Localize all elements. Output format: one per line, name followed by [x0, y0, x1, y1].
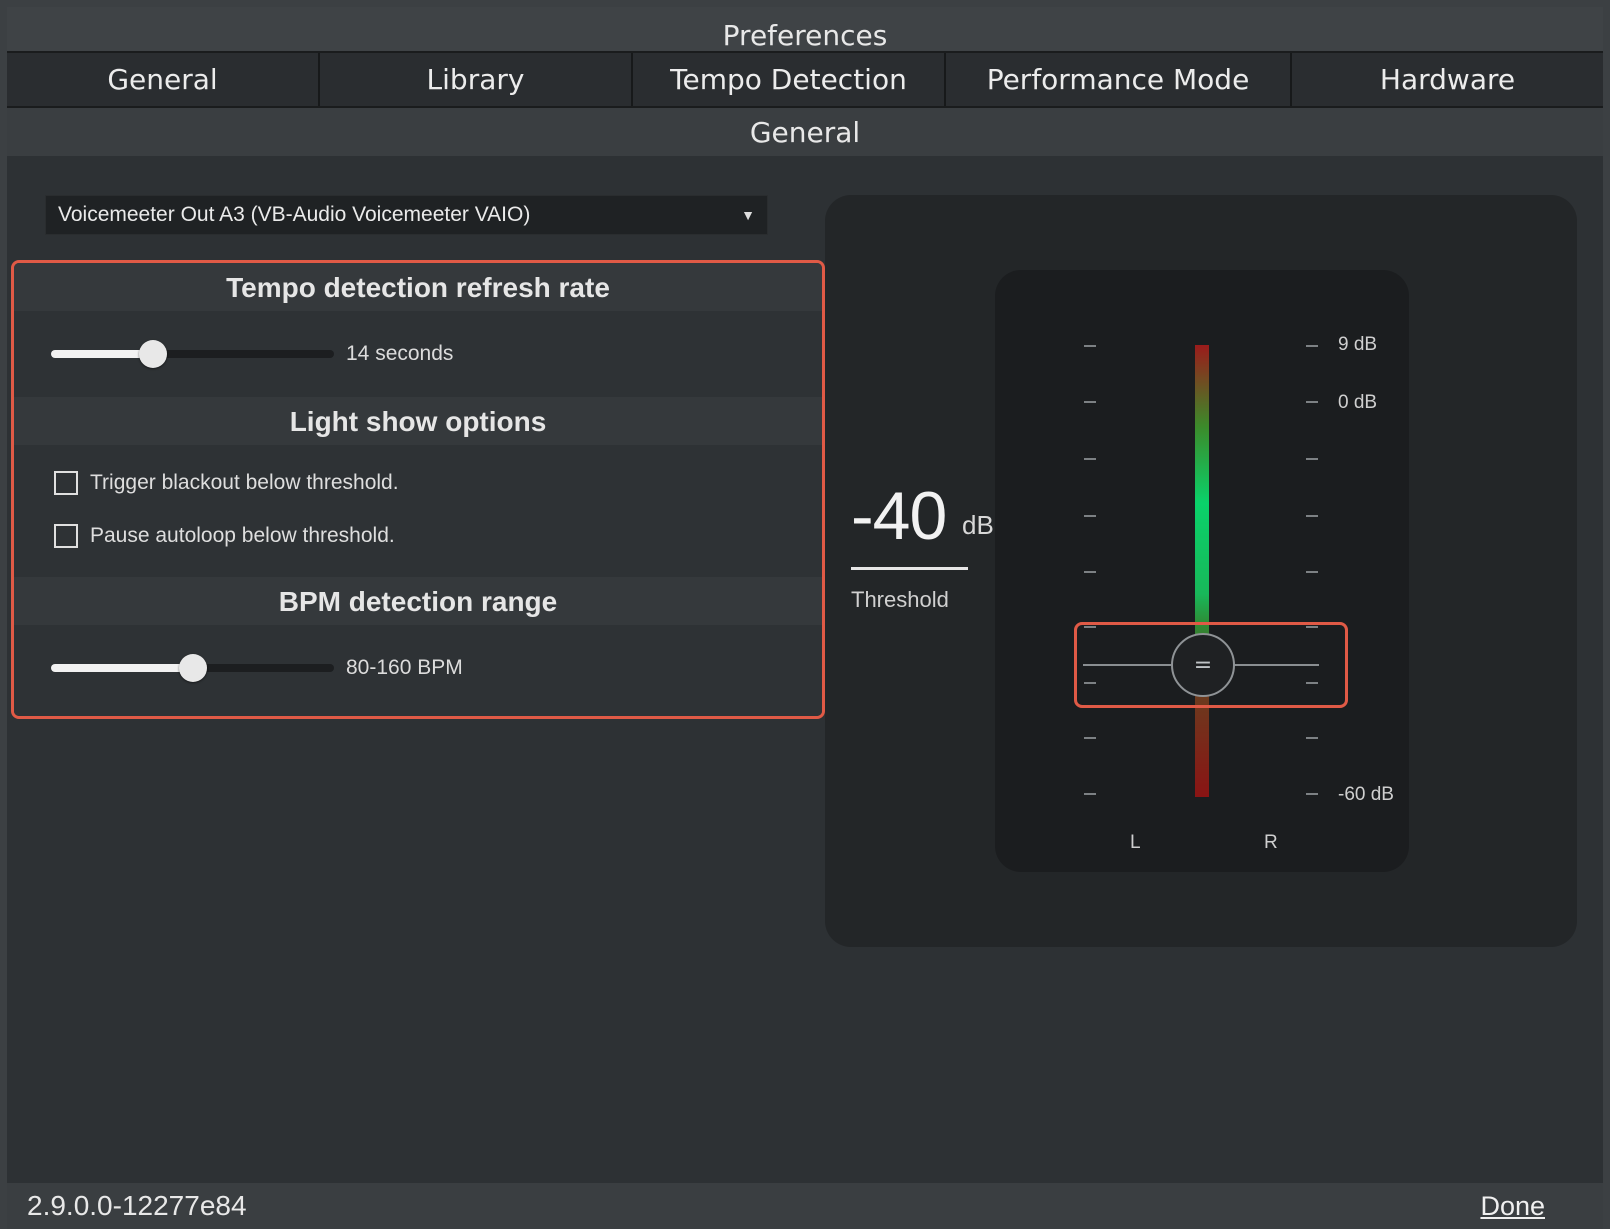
meter-tick: [1306, 571, 1318, 573]
meter-tick: [1306, 793, 1318, 795]
autoloop-label: Pause autoloop below threshold.: [90, 524, 395, 547]
section-title: General: [7, 108, 1603, 156]
autoloop-checkbox[interactable]: [54, 524, 78, 548]
meter-tick: [1306, 401, 1318, 403]
meter-tick: [1084, 571, 1096, 573]
dropdown-arrow-icon: ▼: [741, 207, 755, 223]
meter-tick: [1084, 401, 1096, 403]
tab-bar: General Library Tempo Detection Performa…: [7, 51, 1603, 108]
audio-device-select[interactable]: Voicemeeter Out A3 (VB-Audio Voicemeeter…: [45, 195, 768, 235]
refresh-rate-body: 14 seconds: [14, 311, 822, 397]
threshold-handle-highlight: [1074, 622, 1348, 708]
refresh-rate-title: Tempo detection refresh rate: [14, 263, 822, 311]
refresh-rate-slider[interactable]: [51, 340, 334, 368]
tab-tempo-detection[interactable]: Tempo Detection: [633, 53, 946, 106]
tab-library[interactable]: Library: [320, 53, 633, 106]
preferences-window: Preferences General Library Tempo Detect…: [0, 0, 1610, 1229]
bpm-range-slider[interactable]: [51, 654, 334, 682]
bpm-range-value: 80-160 BPM: [346, 656, 463, 679]
meter-tick: [1084, 515, 1096, 517]
meter-tick: [1084, 737, 1096, 739]
meter-tick: [1084, 458, 1096, 460]
db-label-zero: 0 dB: [1338, 392, 1378, 413]
tempo-options-panel: Tempo detection refresh rate 14 seconds …: [11, 260, 825, 719]
meter-tick: [1306, 345, 1318, 347]
threshold-label: Threshold: [851, 587, 949, 612]
channel-left-label: L: [1130, 832, 1141, 853]
meter-tick: [1306, 515, 1318, 517]
light-show-body: Trigger blackout below threshold. Pause …: [14, 445, 822, 577]
autoloop-option[interactable]: Pause autoloop below threshold.: [54, 524, 395, 548]
meter-tick: [1084, 345, 1096, 347]
threshold-unit: dB: [962, 510, 994, 540]
tab-hardware[interactable]: Hardware: [1292, 53, 1603, 106]
channel-right-label: R: [1264, 832, 1278, 853]
level-meter: 9 dB 0 dB -60 dB L R =: [995, 270, 1409, 872]
db-label-top: 9 dB: [1338, 334, 1378, 355]
window-title: Preferences: [7, 0, 1603, 52]
threshold-value: -40: [851, 478, 947, 554]
refresh-rate-slider-knob[interactable]: [138, 340, 167, 368]
light-show-title: Light show options: [14, 397, 822, 445]
refresh-rate-value: 14 seconds: [346, 342, 454, 365]
threshold-underline: [851, 567, 968, 570]
version-label: 2.9.0.0-12277e84: [27, 1190, 247, 1221]
bpm-range-slider-knob[interactable]: [178, 654, 207, 682]
done-button[interactable]: Done: [1480, 1191, 1545, 1222]
refresh-rate-slider-fill: [51, 350, 153, 358]
bpm-range-title: BPM detection range: [14, 577, 822, 625]
level-meter-bar: [1195, 345, 1209, 797]
tab-general[interactable]: General: [7, 53, 320, 106]
blackout-label: Trigger blackout below threshold.: [90, 471, 399, 494]
bpm-range-body: 80-160 BPM: [14, 625, 822, 716]
db-label-bottom: -60 dB: [1338, 784, 1394, 805]
meter-tick: [1306, 458, 1318, 460]
audio-device-value: Voicemeeter Out A3 (VB-Audio Voicemeeter…: [58, 203, 531, 226]
meter-tick: [1084, 793, 1096, 795]
footer-bar: 2.9.0.0-12277e84 Done: [7, 1183, 1603, 1229]
meter-tick: [1306, 737, 1318, 739]
blackout-option[interactable]: Trigger blackout below threshold.: [54, 471, 399, 495]
bpm-range-slider-fill: [51, 664, 193, 672]
threshold-meter-card: -40 dB Threshold 9 dB 0 dB -60 dB L R =: [825, 195, 1577, 947]
tab-performance-mode[interactable]: Performance Mode: [946, 53, 1292, 106]
blackout-checkbox[interactable]: [54, 471, 78, 495]
